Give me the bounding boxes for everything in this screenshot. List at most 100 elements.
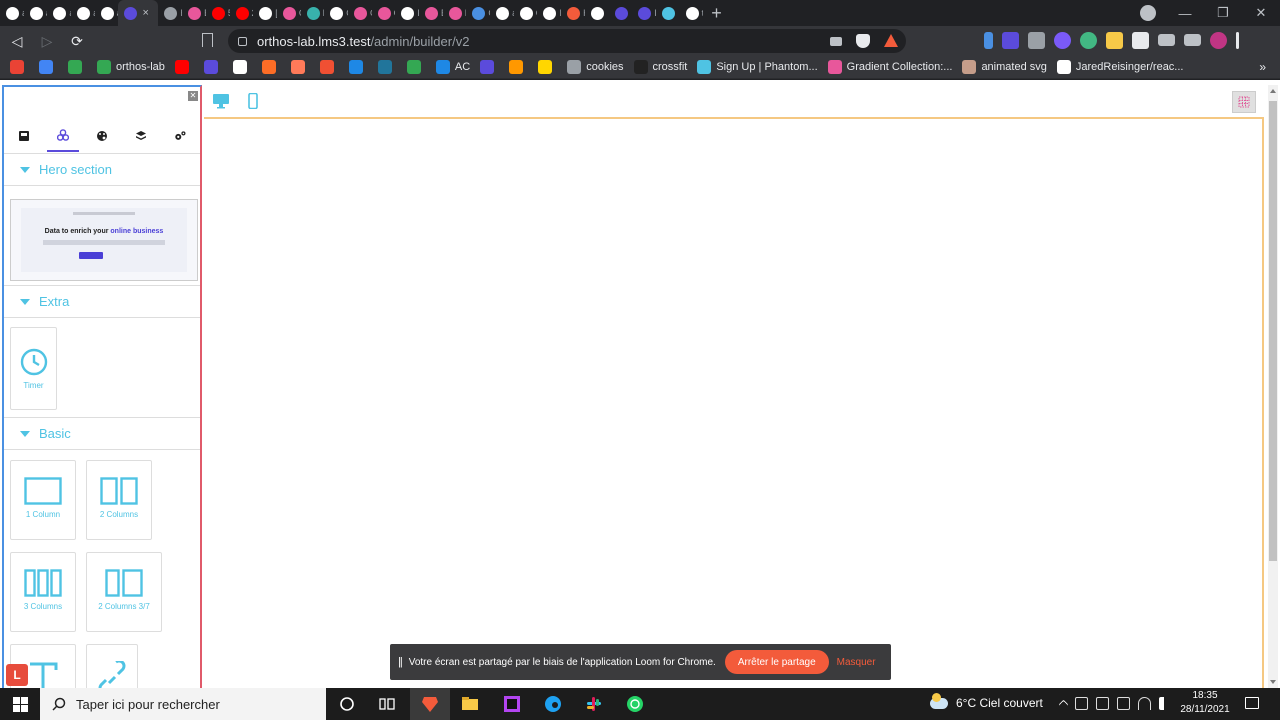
scroll-down-arrow[interactable] xyxy=(1270,680,1276,684)
tab-components[interactable] xyxy=(46,120,79,152)
bookmark-item[interactable] xyxy=(290,60,310,74)
volume-icon[interactable] xyxy=(1159,697,1172,710)
browser-tab[interactable]: Gr xyxy=(372,0,395,26)
stop-sharing-button[interactable]: Arrêter le partage xyxy=(724,650,829,674)
browser-tab[interactable]: ari xyxy=(95,0,118,26)
bookmark-item[interactable] xyxy=(319,60,339,74)
react-extension-icon[interactable] xyxy=(1054,32,1071,49)
tab-blocks[interactable] xyxy=(8,120,40,152)
scroll-up-arrow[interactable] xyxy=(1270,89,1276,93)
camera-icon[interactable] xyxy=(830,37,842,46)
display-icon[interactable] xyxy=(1096,697,1109,710)
avatar[interactable] xyxy=(1210,32,1227,49)
taskbar-search[interactable]: Taper ici pour rechercher xyxy=(40,688,326,720)
link-block[interactable] xyxy=(86,644,138,688)
browser-tab[interactable]: He xyxy=(301,0,324,26)
section-extra[interactable]: Extra xyxy=(4,285,200,318)
color-extension-icon[interactable] xyxy=(1106,32,1123,49)
bookmark-item[interactable]: Gradient Collection:... xyxy=(827,60,952,74)
browser-tab[interactable]: Le xyxy=(537,0,561,26)
hide-button[interactable]: Masquer xyxy=(837,657,876,668)
browser-tab[interactable]: 5 xyxy=(206,0,230,26)
bookmark-item[interactable] xyxy=(348,60,368,74)
two-columns-block[interactable]: 2 Columns xyxy=(86,460,152,540)
new-tab-button[interactable]: + xyxy=(711,3,722,24)
bookmark-item[interactable] xyxy=(232,60,252,74)
bookmark-icon[interactable] xyxy=(202,33,213,47)
meet-now-icon[interactable] xyxy=(1075,697,1088,710)
browser-tab[interactable] xyxy=(609,0,633,26)
wallet-icon[interactable] xyxy=(1184,34,1201,46)
hero-block[interactable]: Data to enrich your online business xyxy=(10,199,198,281)
brave-rewards-icon[interactable] xyxy=(884,34,898,47)
browser-tab[interactable]: 2 xyxy=(230,0,253,26)
bookmark-item[interactable] xyxy=(174,60,194,74)
reading-list-icon[interactable] xyxy=(1158,34,1175,46)
browser-tab[interactable]: Pu xyxy=(395,0,419,26)
grid-toggle-button[interactable] xyxy=(1232,91,1256,113)
code-extension-icon[interactable] xyxy=(1028,32,1045,49)
taskbar-clock[interactable]: 18:35 28/11/2021 xyxy=(1178,689,1232,717)
bookmark-item[interactable] xyxy=(480,60,499,74)
browser-tab[interactable]: Illu xyxy=(632,0,656,26)
browser-tab[interactable]: Blc xyxy=(443,0,466,26)
builder-canvas[interactable] xyxy=(204,119,1264,688)
browser-tab[interactable]: Ca xyxy=(324,0,348,26)
minimize-button[interactable]: — xyxy=(1166,6,1204,21)
browser-tab[interactable]: Gr xyxy=(466,0,490,26)
close-icon[interactable]: ✕ xyxy=(188,91,198,101)
brave-shield-icon[interactable] xyxy=(856,34,870,48)
vue-extension-icon[interactable] xyxy=(1080,32,1097,49)
maximize-button[interactable]: ❐ xyxy=(1204,5,1242,21)
browser-tab[interactable]: Gc xyxy=(277,0,301,26)
bookmark-item[interactable]: animated svg xyxy=(962,60,1047,74)
browser-tab[interactable]: Gr xyxy=(348,0,372,26)
weather-widget[interactable]: 6°C Ciel couvert xyxy=(930,692,1043,710)
bookmark-item[interactable] xyxy=(68,60,87,74)
bookmark-item[interactable]: AC xyxy=(435,60,470,74)
timer-block[interactable]: Timer xyxy=(10,327,57,410)
extension-icon[interactable] xyxy=(984,32,993,49)
keyboard-icon[interactable] xyxy=(1117,697,1130,710)
address-bar[interactable]: orthos-lab.lms3.test /admin/builder/v2 xyxy=(228,29,906,53)
menu-icon[interactable] xyxy=(1236,32,1239,49)
bookmark-item[interactable] xyxy=(538,60,557,74)
browser-tab[interactable] xyxy=(656,0,680,26)
browser-tab[interactable]: × xyxy=(118,0,159,26)
whatsapp-icon[interactable] xyxy=(625,694,645,714)
three-columns-block[interactable]: 3 Columns xyxy=(10,552,76,632)
calendar-extension-icon[interactable] xyxy=(1002,32,1019,49)
back-button[interactable]: ◁ xyxy=(4,28,30,54)
bookmark-item[interactable]: cookies xyxy=(567,60,624,74)
chevron-up-icon[interactable] xyxy=(1058,699,1069,710)
section-basic[interactable]: Basic xyxy=(4,417,200,450)
close-tab-icon[interactable]: × xyxy=(142,7,148,19)
bookmark-item[interactable] xyxy=(203,60,223,74)
bookmark-item[interactable]: crossfit xyxy=(633,60,687,74)
browser-tab[interactable]: ari xyxy=(0,0,24,26)
forward-button[interactable]: ▷ xyxy=(34,28,60,54)
bookmark-item[interactable] xyxy=(39,60,58,74)
laravel-debugbar-icon[interactable]: L xyxy=(6,664,28,686)
browser-tab[interactable]: Blc xyxy=(182,0,206,26)
bookmark-item[interactable] xyxy=(406,60,426,74)
mobile-icon[interactable] xyxy=(244,93,262,109)
tab-layers[interactable] xyxy=(125,120,157,152)
close-window-button[interactable]: ✕ xyxy=(1242,5,1280,21)
browser-tab[interactable]: htt xyxy=(158,0,182,26)
page-scrollbar[interactable] xyxy=(1268,85,1278,688)
tab-styles[interactable] xyxy=(86,120,118,152)
bookmark-item[interactable] xyxy=(10,60,29,74)
bookmark-item[interactable] xyxy=(261,60,281,74)
reload-button[interactable]: ⟳ xyxy=(64,28,90,54)
file-explorer-icon[interactable] xyxy=(460,694,480,714)
bookmark-item[interactable]: orthos-lab xyxy=(97,60,165,74)
two-columns-37-block[interactable]: 2 Columns 3/7 xyxy=(86,552,162,632)
browser-tab[interactable]: ari xyxy=(490,0,514,26)
phpstorm-icon[interactable] xyxy=(502,694,522,714)
cortana-icon[interactable] xyxy=(337,694,357,714)
brave-browser-icon[interactable] xyxy=(420,694,440,714)
browser-tab[interactable]: Blc xyxy=(419,0,443,26)
bookmark-item[interactable] xyxy=(377,60,397,74)
browser-tab[interactable]: ari xyxy=(71,0,95,26)
